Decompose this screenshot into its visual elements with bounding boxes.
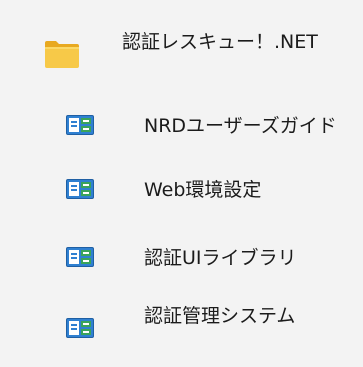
menu-item-auth-management-system[interactable]: 認証管理システム — [0, 290, 363, 346]
menu-item-label: 認証管理システム — [144, 305, 296, 327]
menu-item-web-settings[interactable]: Web環境設定 — [0, 160, 363, 216]
menu-item-label: 認証UIライブラリ — [144, 247, 297, 269]
folder-group-header[interactable]: 認証レスキュー！.NET — [0, 10, 363, 68]
shortcut-app-icon — [66, 115, 94, 135]
folder-label: 認証レスキュー！.NET — [122, 31, 318, 53]
shortcut-app-icon — [66, 247, 94, 267]
menu-item-auth-ui-library[interactable]: 認証UIライブラリ — [0, 228, 363, 284]
folder-icon — [45, 41, 79, 68]
shortcut-app-icon — [66, 318, 94, 338]
start-menu-folder-panel: 認証レスキュー！.NET NRDユーザーズガイド Web環境設定 認証UIライブ… — [0, 0, 363, 367]
menu-item-label: Web環境設定 — [144, 179, 262, 201]
menu-item-label: NRDユーザーズガイド — [144, 115, 337, 137]
menu-item-nrd-users-guide[interactable]: NRDユーザーズガイド — [0, 94, 363, 150]
shortcut-app-icon — [66, 179, 94, 199]
